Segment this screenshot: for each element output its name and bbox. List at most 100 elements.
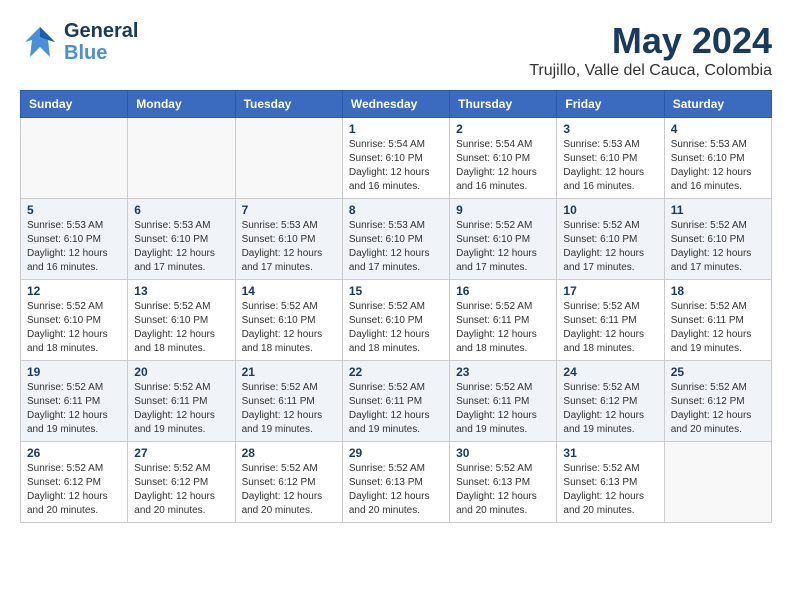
calendar-cell: 23Sunrise: 5:52 AM Sunset: 6:11 PM Dayli… bbox=[450, 361, 557, 442]
day-info: Sunrise: 5:52 AM Sunset: 6:12 PM Dayligh… bbox=[242, 462, 336, 518]
day-info: Sunrise: 5:52 AM Sunset: 6:11 PM Dayligh… bbox=[134, 381, 228, 437]
day-number: 3 bbox=[563, 122, 657, 136]
day-number: 30 bbox=[456, 446, 550, 460]
calendar-cell: 7 Sunrise: 5:53 AM Sunset: 6:10 PM Daylig… bbox=[235, 199, 342, 280]
page-subtitle: Trujillo, Valle del Cauca, Colombia bbox=[529, 62, 772, 80]
calendar-cell bbox=[664, 442, 771, 523]
day-number: 2 bbox=[456, 122, 550, 136]
calendar-cell: 30 Sunrise: 5:52 AM Sunset: 6:13 PM Dayli… bbox=[450, 442, 557, 523]
day-number: 17 bbox=[563, 284, 657, 298]
day-number: 24 bbox=[563, 365, 657, 379]
calendar-cell bbox=[235, 118, 342, 199]
day-number: 20 bbox=[134, 365, 228, 379]
calendar-cell: 21 Sunrise: 5:52 AM Sunset: 6:11 PM Dayli… bbox=[235, 361, 342, 442]
calendar-cell: 3 Sunrise: 5:53 AM Sunset: 6:10 PM Daylig… bbox=[557, 118, 664, 199]
calendar-week-row: 1Sunrise: 5:54 AM Sunset: 6:10 PM Daylig… bbox=[21, 118, 772, 199]
day-info: Sunrise: 5:53 AM Sunset: 6:10 PM Dayligh… bbox=[27, 219, 121, 275]
calendar-cell: 8 Sunrise: 5:53 AM Sunset: 6:10 PM Daylig… bbox=[342, 199, 449, 280]
day-info: Sunrise: 5:53 AM Sunset: 6:10 PM Dayligh… bbox=[563, 138, 657, 194]
calendar-cell: 6Sunrise: 5:53 AM Sunset: 6:10 PM Daylig… bbox=[128, 199, 235, 280]
day-info: Sunrise: 5:54 AM Sunset: 6:10 PM Dayligh… bbox=[456, 138, 550, 194]
calendar-cell: 18Sunrise: 5:52 AM Sunset: 6:11 PM Dayli… bbox=[664, 280, 771, 361]
day-number: 6 bbox=[134, 203, 228, 217]
calendar-cell: 15 Sunrise: 5:52 AM Sunset: 6:10 PM Dayli… bbox=[342, 280, 449, 361]
day-info: Sunrise: 5:53 AM Sunset: 6:10 PM Dayligh… bbox=[349, 219, 443, 275]
day-number: 21 bbox=[242, 365, 336, 379]
day-number: 10 bbox=[563, 203, 657, 217]
day-info: Sunrise: 5:52 AM Sunset: 6:10 PM Dayligh… bbox=[456, 219, 550, 275]
day-number: 13 bbox=[134, 284, 228, 298]
weekday-header: Sunday bbox=[21, 91, 128, 118]
day-info: Sunrise: 5:52 AM Sunset: 6:11 PM Dayligh… bbox=[456, 381, 550, 437]
day-number: 28 bbox=[242, 446, 336, 460]
weekday-header: Friday bbox=[557, 91, 664, 118]
day-number: 7 bbox=[242, 203, 336, 217]
day-info: Sunrise: 5:52 AM Sunset: 6:11 PM Dayligh… bbox=[563, 300, 657, 356]
day-info: Sunrise: 5:52 AM Sunset: 6:11 PM Dayligh… bbox=[27, 381, 121, 437]
day-number: 8 bbox=[349, 203, 443, 217]
calendar-cell: 1Sunrise: 5:54 AM Sunset: 6:10 PM Daylig… bbox=[342, 118, 449, 199]
calendar-cell: 13Sunrise: 5:52 AM Sunset: 6:10 PM Dayli… bbox=[128, 280, 235, 361]
calendar-cell: 31 Sunrise: 5:52 AM Sunset: 6:13 PM Dayli… bbox=[557, 442, 664, 523]
calendar-cell: 9 Sunrise: 5:52 AM Sunset: 6:10 PM Daylig… bbox=[450, 199, 557, 280]
weekday-header: Thursday bbox=[450, 91, 557, 118]
day-number: 31 bbox=[563, 446, 657, 460]
day-number: 14 bbox=[242, 284, 336, 298]
day-number: 22 bbox=[349, 365, 443, 379]
calendar-cell: 22 Sunrise: 5:52 AM Sunset: 6:11 PM Dayli… bbox=[342, 361, 449, 442]
calendar-cell bbox=[21, 118, 128, 199]
day-info: Sunrise: 5:52 AM Sunset: 6:10 PM Dayligh… bbox=[349, 300, 443, 356]
day-number: 27 bbox=[134, 446, 228, 460]
day-info: Sunrise: 5:52 AM Sunset: 6:11 PM Dayligh… bbox=[456, 300, 550, 356]
calendar-cell: 14 Sunrise: 5:52 AM Sunset: 6:10 PM Dayli… bbox=[235, 280, 342, 361]
day-info: Sunrise: 5:52 AM Sunset: 6:11 PM Dayligh… bbox=[349, 381, 443, 437]
day-number: 19 bbox=[27, 365, 121, 379]
calendar-week-row: 12 Sunrise: 5:52 AM Sunset: 6:10 PM Dayli… bbox=[21, 280, 772, 361]
calendar-cell: 4Sunrise: 5:53 AM Sunset: 6:10 PM Daylig… bbox=[664, 118, 771, 199]
calendar-cell: 27 Sunrise: 5:52 AM Sunset: 6:12 PM Dayli… bbox=[128, 442, 235, 523]
day-info: Sunrise: 5:52 AM Sunset: 6:10 PM Dayligh… bbox=[242, 300, 336, 356]
day-info: Sunrise: 5:52 AM Sunset: 6:13 PM Dayligh… bbox=[563, 462, 657, 518]
day-info: Sunrise: 5:52 AM Sunset: 6:12 PM Dayligh… bbox=[27, 462, 121, 518]
calendar-cell: 25Sunrise: 5:52 AM Sunset: 6:12 PM Dayli… bbox=[664, 361, 771, 442]
calendar-week-row: 5 Sunrise: 5:53 AM Sunset: 6:10 PM Daylig… bbox=[21, 199, 772, 280]
calendar-cell: 17 Sunrise: 5:52 AM Sunset: 6:11 PM Dayli… bbox=[557, 280, 664, 361]
calendar-cell: 2 Sunrise: 5:54 AM Sunset: 6:10 PM Daylig… bbox=[450, 118, 557, 199]
day-number: 16 bbox=[456, 284, 550, 298]
day-info: Sunrise: 5:52 AM Sunset: 6:10 PM Dayligh… bbox=[27, 300, 121, 356]
day-number: 9 bbox=[456, 203, 550, 217]
page-header: General Blue May 2024 Trujillo, Valle de… bbox=[20, 20, 772, 80]
day-info: Sunrise: 5:54 AM Sunset: 6:10 PM Dayligh… bbox=[349, 138, 443, 194]
day-info: Sunrise: 5:52 AM Sunset: 6:13 PM Dayligh… bbox=[456, 462, 550, 518]
calendar-cell: 19 Sunrise: 5:52 AM Sunset: 6:11 PM Dayli… bbox=[21, 361, 128, 442]
day-info: Sunrise: 5:52 AM Sunset: 6:11 PM Dayligh… bbox=[242, 381, 336, 437]
calendar-cell: 24 Sunrise: 5:52 AM Sunset: 6:12 PM Dayli… bbox=[557, 361, 664, 442]
day-info: Sunrise: 5:52 AM Sunset: 6:12 PM Dayligh… bbox=[671, 381, 765, 437]
day-info: Sunrise: 5:52 AM Sunset: 6:11 PM Dayligh… bbox=[671, 300, 765, 356]
calendar-cell: 10 Sunrise: 5:52 AM Sunset: 6:10 PM Dayli… bbox=[557, 199, 664, 280]
logo-line2: Blue bbox=[64, 42, 138, 64]
day-info: Sunrise: 5:52 AM Sunset: 6:12 PM Dayligh… bbox=[563, 381, 657, 437]
day-number: 26 bbox=[27, 446, 121, 460]
day-info: Sunrise: 5:52 AM Sunset: 6:13 PM Dayligh… bbox=[349, 462, 443, 518]
day-number: 11 bbox=[671, 203, 765, 217]
calendar-cell bbox=[128, 118, 235, 199]
day-number: 12 bbox=[27, 284, 121, 298]
calendar-cell: 20 Sunrise: 5:52 AM Sunset: 6:11 PM Dayli… bbox=[128, 361, 235, 442]
calendar-cell: 26 Sunrise: 5:52 AM Sunset: 6:12 PM Dayli… bbox=[21, 442, 128, 523]
day-info: Sunrise: 5:53 AM Sunset: 6:10 PM Dayligh… bbox=[242, 219, 336, 275]
weekday-header: Wednesday bbox=[342, 91, 449, 118]
calendar-cell: 11Sunrise: 5:52 AM Sunset: 6:10 PM Dayli… bbox=[664, 199, 771, 280]
day-info: Sunrise: 5:52 AM Sunset: 6:12 PM Dayligh… bbox=[134, 462, 228, 518]
logo-line1: General bbox=[64, 20, 138, 42]
day-number: 5 bbox=[27, 203, 121, 217]
weekday-header: Tuesday bbox=[235, 91, 342, 118]
calendar-cell: 5 Sunrise: 5:53 AM Sunset: 6:10 PM Daylig… bbox=[21, 199, 128, 280]
calendar-header-row: SundayMondayTuesdayWednesdayThursdayFrid… bbox=[21, 91, 772, 118]
day-info: Sunrise: 5:52 AM Sunset: 6:10 PM Dayligh… bbox=[563, 219, 657, 275]
weekday-header: Saturday bbox=[664, 91, 771, 118]
logo-icon bbox=[20, 22, 60, 62]
day-number: 15 bbox=[349, 284, 443, 298]
calendar-week-row: 19 Sunrise: 5:52 AM Sunset: 6:11 PM Dayli… bbox=[21, 361, 772, 442]
logo: General Blue bbox=[20, 20, 138, 64]
